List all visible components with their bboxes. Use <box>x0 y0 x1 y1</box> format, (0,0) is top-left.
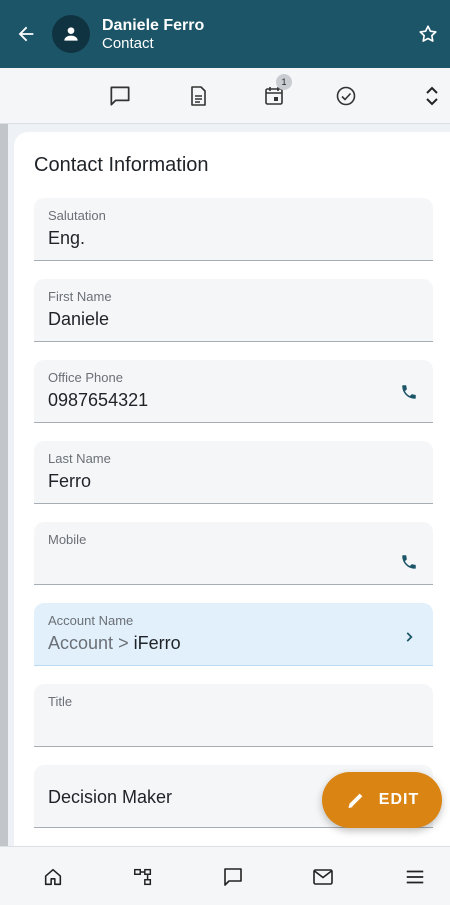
first-name-field[interactable]: First Name Daniele <box>34 279 433 342</box>
field-value: Ferro <box>48 471 92 491</box>
nav-messages[interactable] <box>220 864 246 890</box>
contact-information-card: Contact Information Salutation Eng. Firs… <box>14 132 450 846</box>
field-label: First Name <box>48 289 112 304</box>
action-toolbar: 1 <box>0 68 450 124</box>
bottom-navigation <box>0 846 450 905</box>
field-label: Salutation <box>48 208 106 223</box>
field-label: Account Name <box>48 613 134 628</box>
record-type: Contact <box>102 34 154 52</box>
open-account-button[interactable] <box>397 625 421 649</box>
avatar <box>52 15 90 53</box>
section-title: Contact Information <box>34 154 209 176</box>
action-chat-button[interactable] <box>104 80 136 112</box>
person-icon <box>64 27 78 41</box>
hierarchy-icon <box>134 868 152 886</box>
record-titles: Daniele Ferro Contact <box>102 16 204 53</box>
app-bar: Daniele Ferro Contact <box>0 0 450 68</box>
pencil-icon <box>348 793 363 809</box>
salutation-field[interactable]: Salutation Eng. <box>34 198 433 261</box>
account-link[interactable]: iFerro <box>134 633 181 653</box>
action-task-button[interactable] <box>330 80 362 112</box>
phone-icon <box>402 555 416 569</box>
nav-home[interactable] <box>40 864 66 890</box>
call-mobile-button[interactable] <box>397 550 421 574</box>
call-office-phone-button[interactable] <box>397 380 421 404</box>
back-button[interactable] <box>0 0 52 68</box>
nav-hierarchy[interactable] <box>130 864 156 890</box>
account-name-field[interactable]: Account Name Account > iFerro <box>34 603 433 666</box>
mail-icon <box>313 869 333 885</box>
office-phone-field[interactable]: Office Phone 0987654321 <box>34 360 433 423</box>
chat-icon <box>110 86 130 106</box>
expand-toolbar-button[interactable] <box>416 80 448 112</box>
nav-mail[interactable] <box>310 864 336 890</box>
chat-icon <box>224 868 242 886</box>
last-name-field[interactable]: Last Name Ferro <box>34 441 433 504</box>
edit-button-label: EDIT <box>378 791 420 808</box>
action-document-button[interactable] <box>182 80 214 112</box>
field-value: Eng. <box>48 228 86 248</box>
field-value: Account > iFerro <box>48 633 181 654</box>
favorite-button[interactable] <box>412 18 444 50</box>
menu-icon <box>406 870 424 884</box>
title-field[interactable]: Title <box>34 684 433 747</box>
arrow-left-icon <box>18 26 34 42</box>
calendar-badge: 1 <box>276 74 292 90</box>
account-separator: > <box>118 633 129 653</box>
mobile-field[interactable]: Mobile <box>34 522 433 585</box>
scrollbar[interactable] <box>0 124 8 846</box>
phone-icon <box>402 385 416 399</box>
action-calendar-button[interactable]: 1 <box>258 74 292 112</box>
field-value: Daniele <box>48 309 110 329</box>
nav-menu[interactable] <box>402 864 428 890</box>
field-label: Office Phone <box>48 370 123 385</box>
field-value: Decision Maker <box>48 787 173 807</box>
field-label: Last Name <box>48 451 111 466</box>
field-value: 0987654321 <box>48 390 149 410</box>
chevron-right-icon <box>406 632 413 642</box>
document-icon <box>191 86 206 106</box>
field-label: Title <box>48 694 73 709</box>
field-label: Mobile <box>48 532 87 547</box>
record-name: Daniele Ferro <box>102 16 205 34</box>
home-icon <box>44 868 62 886</box>
star-outline-icon <box>419 25 437 42</box>
check-circle-icon <box>336 86 356 106</box>
expand-icon <box>426 86 438 106</box>
edit-button[interactable]: EDIT <box>322 772 442 828</box>
account-prefix: Account <box>48 633 114 653</box>
